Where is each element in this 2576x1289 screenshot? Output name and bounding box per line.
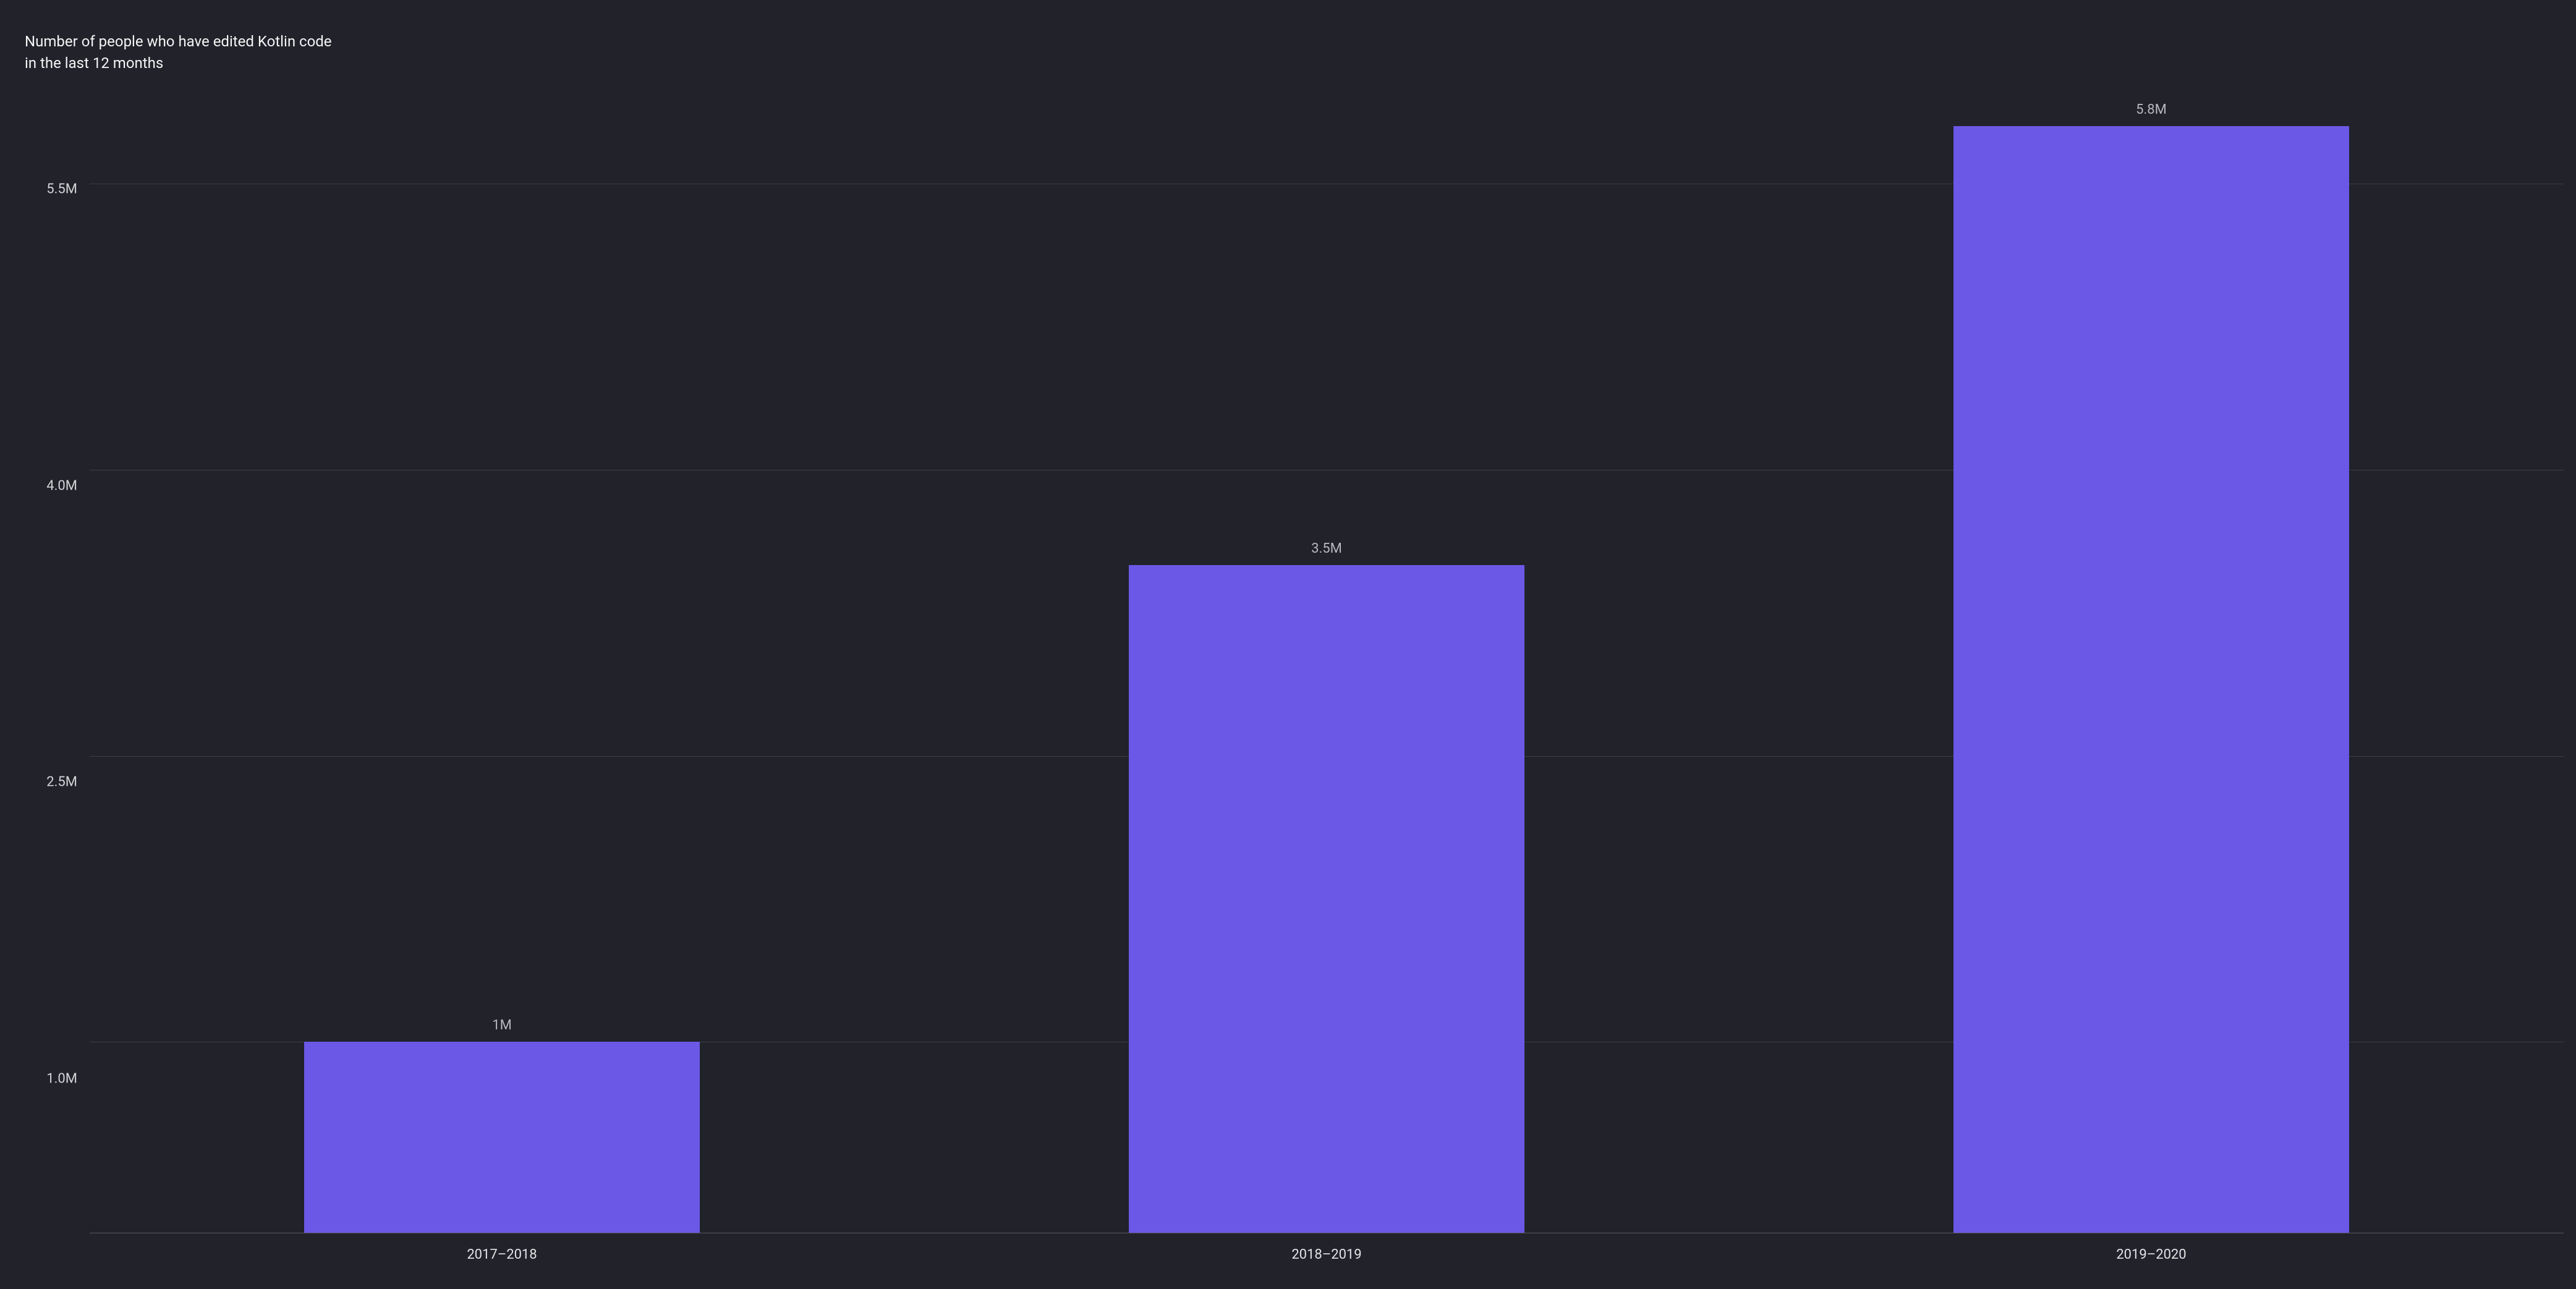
bar [1953,126,2349,1233]
plot-area: 1M 3.5M 5.8M [90,31,2564,1233]
bar [304,1042,700,1233]
x-tick-label: 2017–2018 [90,1233,914,1277]
bar [1129,565,1524,1233]
bar-value-label: 3.5M [1311,541,1342,556]
chart-body: 1.0M2.5M4.0M5.5M 1M3.5M5.8M 2017–2018201… [12,31,2564,1277]
bar-group: 1M 3.5M 5.8M [90,31,2564,1233]
chart-container: Number of people who have edited Kotlin … [0,0,2576,1289]
y-tick-label: 2.5M [46,775,77,790]
y-tick-label: 1.0M [46,1071,77,1087]
bar-value-label: 1M [492,1018,512,1033]
bar-slot: 3.5M [914,31,1739,1233]
x-tick-label: 2018–2019 [914,1233,1739,1277]
bar-slot: 5.8M [1739,31,2564,1233]
plot-column: 1M 3.5M 5.8M 2017–20182018–20192019–2020 [90,31,2564,1277]
chart-title: Number of people who have edited Kotlin … [12,31,334,74]
y-axis: 1.0M 2.5M 4.0M 5.5M [12,31,90,1277]
bar-value-label: 5.8M [2136,102,2167,117]
y-tick-label: 5.5M [46,181,77,197]
x-axis: 2017–20182018–20192019–2020 [90,1233,2564,1277]
x-tick-label: 2019–2020 [1739,1233,2564,1277]
bar-slot: 1M [90,31,914,1233]
y-tick-label: 4.0M [46,478,77,493]
